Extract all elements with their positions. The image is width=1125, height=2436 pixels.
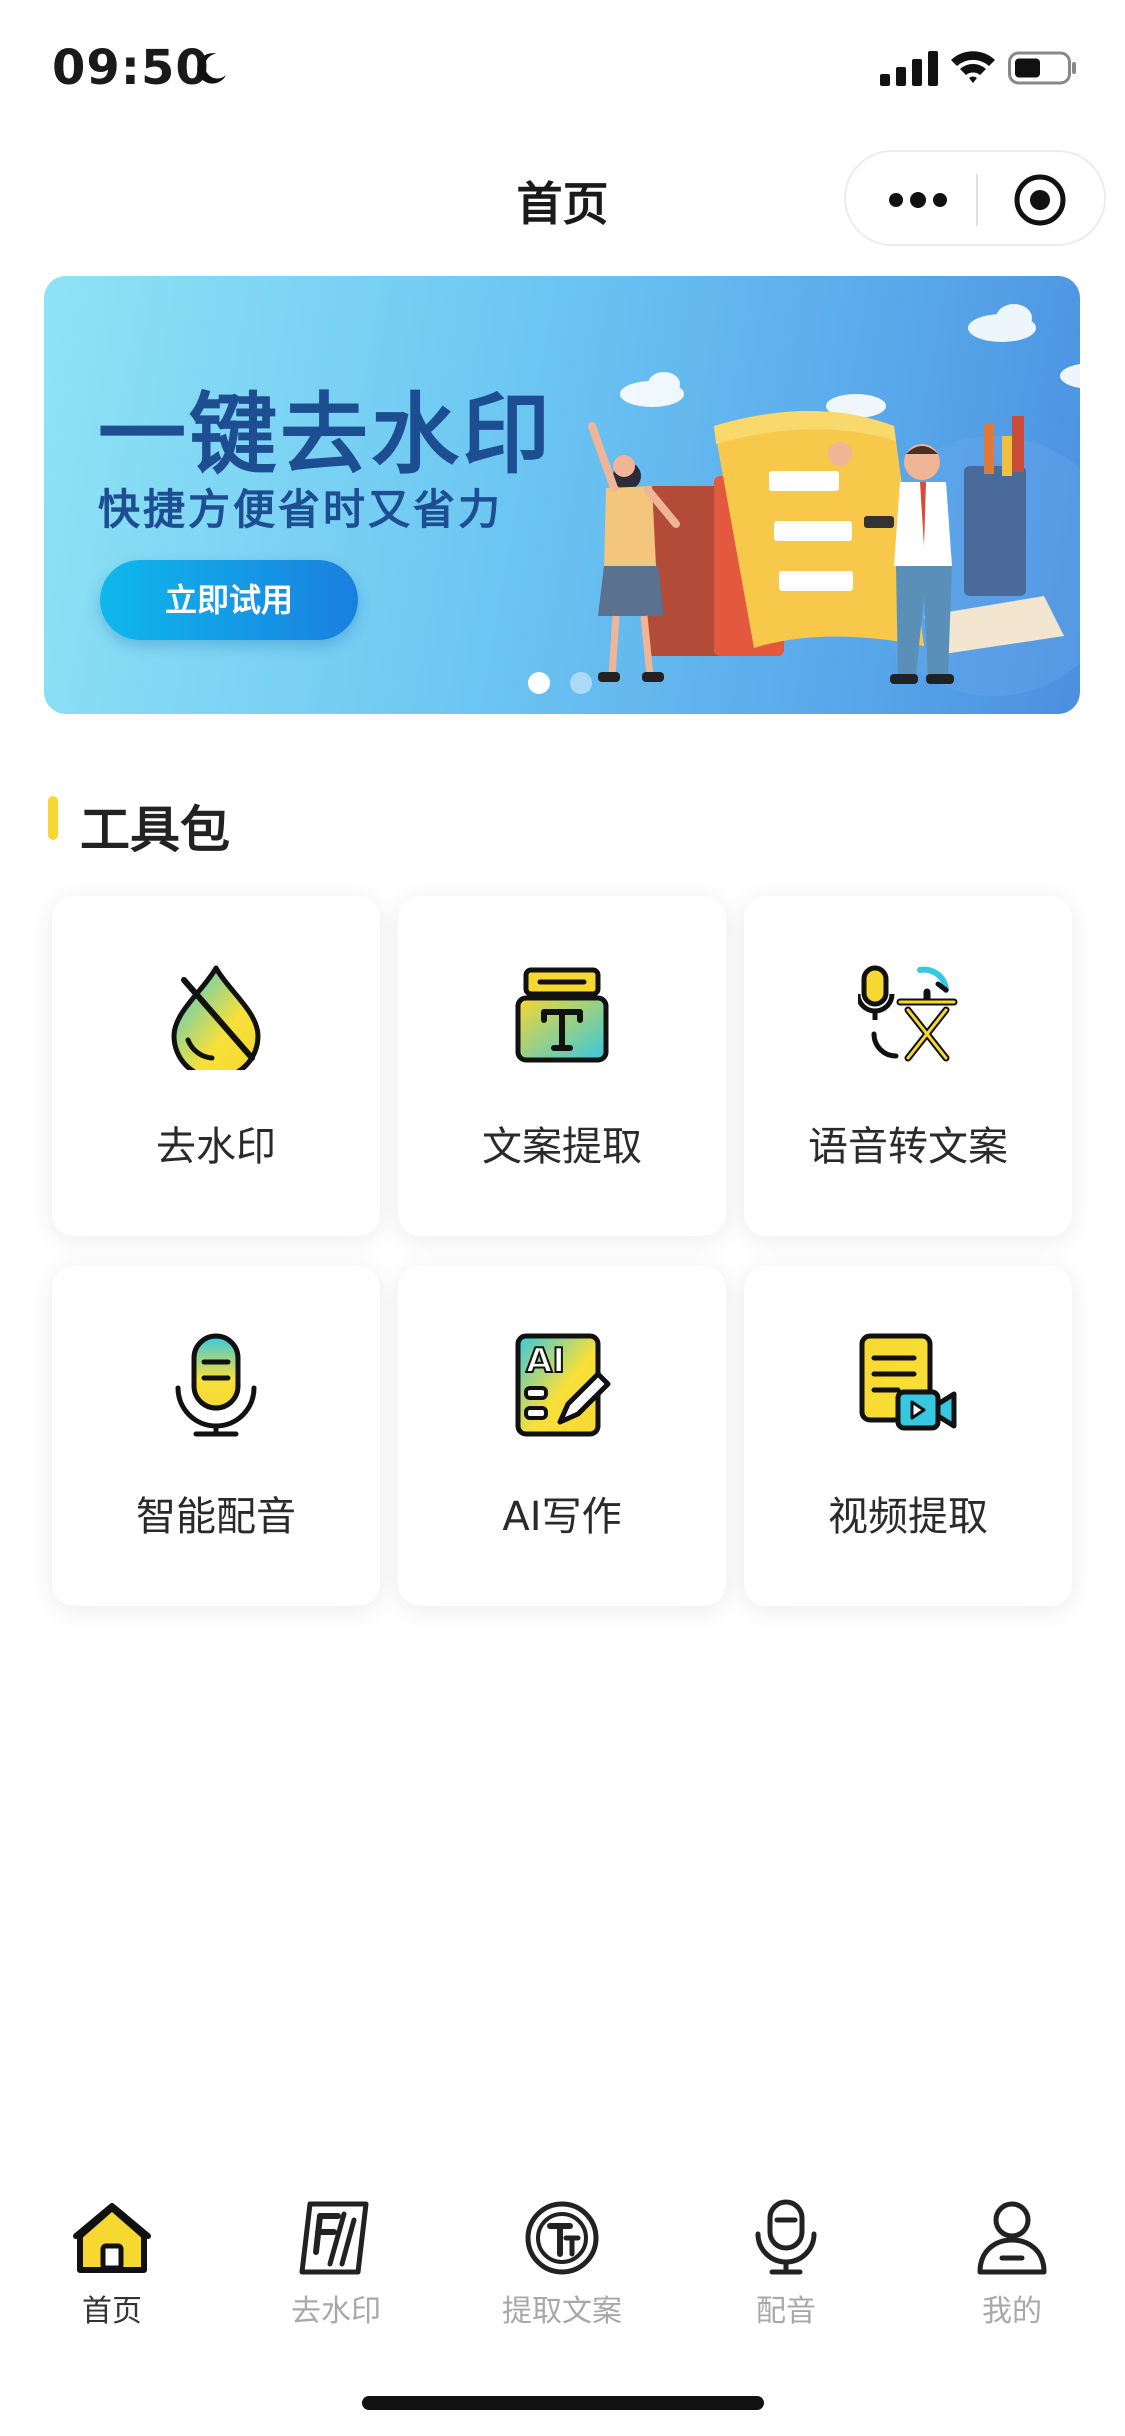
tab-profile[interactable]: 我的 bbox=[942, 2198, 1082, 2329]
tab-label: 我的 bbox=[982, 2294, 1042, 2329]
text-extract-icon bbox=[515, 967, 609, 1063]
battery-icon bbox=[1008, 51, 1076, 85]
tab-label: 去水印 bbox=[291, 2294, 381, 2329]
section-accent-bar bbox=[48, 796, 58, 840]
watermark-icon bbox=[299, 2201, 369, 2275]
tab-label: 配音 bbox=[756, 2294, 816, 2329]
promo-banner[interactable]: 一键去水印 快捷方便省时又省力 立即试用 bbox=[44, 276, 1080, 714]
banner-title: 一键去水印 bbox=[98, 383, 554, 486]
tool-card-video-extract[interactable]: 视频提取 bbox=[744, 1266, 1072, 1606]
watermark-remove-icon bbox=[171, 965, 261, 1070]
text-icon bbox=[525, 2201, 599, 2275]
moon-icon bbox=[197, 53, 227, 84]
home-indicator bbox=[362, 2396, 764, 2410]
section-title: 工具包 bbox=[80, 801, 230, 859]
tool-label: 文案提取 bbox=[482, 1124, 642, 1170]
tool-card-text-extract[interactable]: 文案提取 bbox=[398, 896, 726, 1236]
mini-program-capsule bbox=[844, 150, 1106, 246]
banner-illustration bbox=[588, 304, 1080, 696]
wifi-icon bbox=[951, 51, 995, 83]
home-icon bbox=[73, 2203, 151, 2273]
video-extract-icon bbox=[859, 1333, 957, 1431]
pager-dot-active[interactable] bbox=[528, 672, 550, 694]
tool-label: AI写作 bbox=[502, 1494, 622, 1540]
tool-card-ai-writing[interactable]: AI AI写作 bbox=[398, 1266, 726, 1606]
tab-dubbing[interactable]: 配音 bbox=[716, 2198, 856, 2329]
tool-card-watermark-remove[interactable]: 去水印 bbox=[52, 896, 380, 1236]
tool-label: 视频提取 bbox=[828, 1494, 988, 1540]
ai-writing-icon: AI bbox=[515, 1333, 611, 1437]
tab-text-extract[interactable]: 提取文案 bbox=[492, 2198, 632, 2329]
more-icon[interactable] bbox=[886, 182, 950, 218]
tab-label: 提取文案 bbox=[502, 2294, 622, 2329]
pager-dot[interactable] bbox=[570, 672, 592, 694]
tab-label: 首页 bbox=[82, 2294, 142, 2329]
mic-icon bbox=[755, 2199, 817, 2275]
user-icon bbox=[977, 2201, 1047, 2275]
capsule-divider bbox=[976, 174, 978, 226]
tool-card-smart-dubbing[interactable]: 智能配音 bbox=[52, 1266, 380, 1606]
close-target-icon[interactable] bbox=[1012, 172, 1068, 228]
tool-label: 智能配音 bbox=[136, 1494, 296, 1540]
banner-pager bbox=[528, 672, 612, 698]
speech-to-text-icon bbox=[858, 965, 958, 1062]
tool-card-speech-to-text[interactable]: 语音转文案 bbox=[744, 896, 1072, 1236]
tool-label: 语音转文案 bbox=[808, 1124, 1008, 1170]
try-now-button[interactable]: 立即试用 bbox=[100, 560, 358, 640]
cellular-signal-icon bbox=[880, 51, 938, 86]
banner-subtitle: 快捷方便省时又省力 bbox=[98, 485, 504, 534]
svg-text:AI: AI bbox=[526, 1341, 565, 1381]
status-bar: 09:50 bbox=[0, 0, 1125, 140]
microphone-icon bbox=[175, 1333, 257, 1437]
tab-home[interactable]: 首页 bbox=[42, 2198, 182, 2329]
tab-watermark[interactable]: 去水印 bbox=[266, 2198, 406, 2329]
tool-label: 去水印 bbox=[156, 1124, 276, 1170]
status-time: 09:50 bbox=[52, 40, 210, 96]
